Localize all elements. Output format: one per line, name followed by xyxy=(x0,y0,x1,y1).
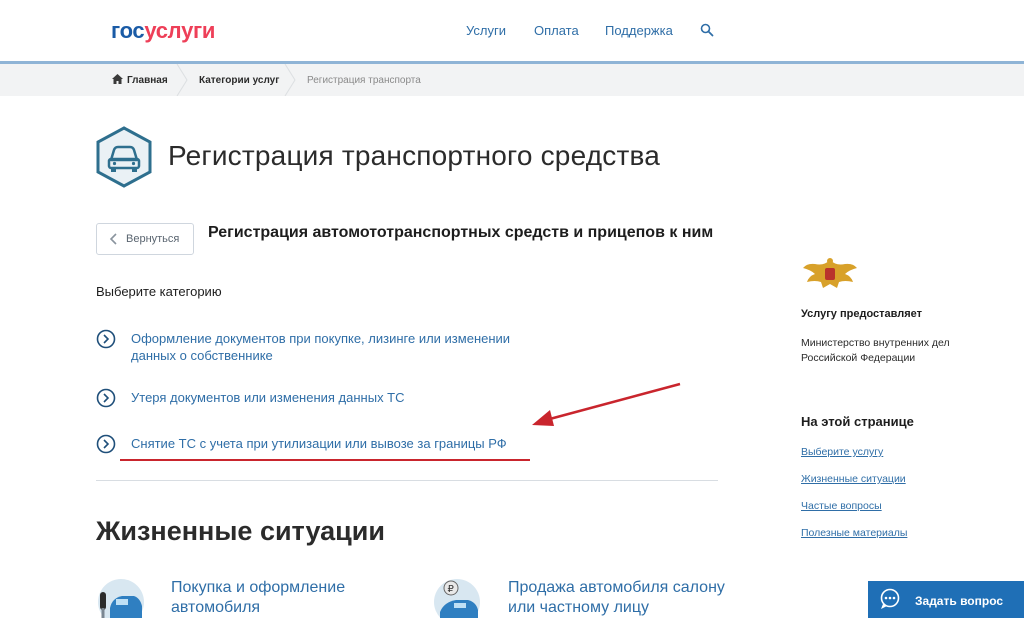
category-link-deregistration[interactable]: Снятие ТС с учета при утилизации или выв… xyxy=(96,434,536,454)
category-label[interactable]: Оформление документов при покупке, лизин… xyxy=(131,330,541,364)
nav-payment[interactable]: Оплата xyxy=(534,23,579,38)
chevron-left-icon xyxy=(109,233,117,245)
chat-icon xyxy=(880,588,900,609)
category-link-lost-documents[interactable]: Утеря документов или изменения данных ТС xyxy=(96,388,536,408)
life-situations-title: Жизненные ситуации xyxy=(96,516,385,546)
car-sale-icon: ₽ xyxy=(434,579,480,618)
service-subtitle: Регистрация автомототранспортных средств… xyxy=(208,224,714,241)
annotation-underline xyxy=(120,459,530,461)
situation-link-purchase[interactable]: Покупка и оформление автомобиля xyxy=(171,578,391,618)
section-divider xyxy=(96,480,718,481)
breadcrumb-categories[interactable]: Категории услуг xyxy=(199,75,279,86)
car-keys-icon xyxy=(98,579,144,618)
page-title: Регистрация транспортного средства xyxy=(168,140,661,171)
emblem-icon xyxy=(803,258,857,288)
breadcrumb: Главная Категории услуг Регистрация тран… xyxy=(0,64,1024,96)
home-icon xyxy=(112,74,123,84)
choose-category-label: Выберите категорию xyxy=(96,284,222,299)
back-button[interactable]: Вернуться xyxy=(96,223,194,255)
toc-link-faq[interactable]: Частые вопросы xyxy=(801,500,882,512)
category-link-documents[interactable]: Оформление документов при покупке, лизин… xyxy=(96,329,536,365)
search-icon[interactable] xyxy=(700,23,714,37)
svg-text:₽: ₽ xyxy=(448,584,455,595)
toc-link-materials[interactable]: Полезные материалы xyxy=(801,527,907,539)
site-header: госуслуги Услуги Оплата Поддержка xyxy=(0,0,1024,61)
chevron-right-circle-icon xyxy=(96,434,116,454)
breadcrumb-current: Регистрация транспорта xyxy=(307,75,421,86)
category-label[interactable]: Снятие ТС с учета при утилизации или выв… xyxy=(131,435,541,452)
toc-link-life-situations[interactable]: Жизненные ситуации xyxy=(801,473,906,485)
chevron-right-circle-icon xyxy=(96,388,116,408)
nav-support[interactable]: Поддержка xyxy=(605,23,673,38)
breadcrumb-home[interactable]: Главная xyxy=(127,75,168,86)
gosuslugi-logo[interactable]: госуслуги xyxy=(111,18,215,44)
ask-question-label: Задать вопрос xyxy=(915,594,1004,608)
provider-name: Министерство внутренних дел Российской Ф… xyxy=(801,337,950,364)
nav-services[interactable]: Услуги xyxy=(466,23,506,38)
chevron-right-circle-icon xyxy=(96,329,116,349)
provider-label: Услугу предоставляет xyxy=(801,308,923,320)
breadcrumb-separator xyxy=(284,64,296,96)
toc-link-choose-service[interactable]: Выберите услугу xyxy=(801,446,883,458)
back-button-label: Вернуться xyxy=(126,233,180,245)
ask-question-button[interactable]: Задать вопрос xyxy=(868,581,1024,618)
breadcrumb-separator xyxy=(176,64,188,96)
annotation-arrow xyxy=(532,382,681,426)
car-icon xyxy=(96,126,152,188)
on-page-title: На этой странице xyxy=(801,414,914,429)
situation-link-sale[interactable]: Продажа автомобиля салону или частному л… xyxy=(508,578,748,618)
category-label[interactable]: Утеря документов или изменения данных ТС xyxy=(131,389,541,406)
